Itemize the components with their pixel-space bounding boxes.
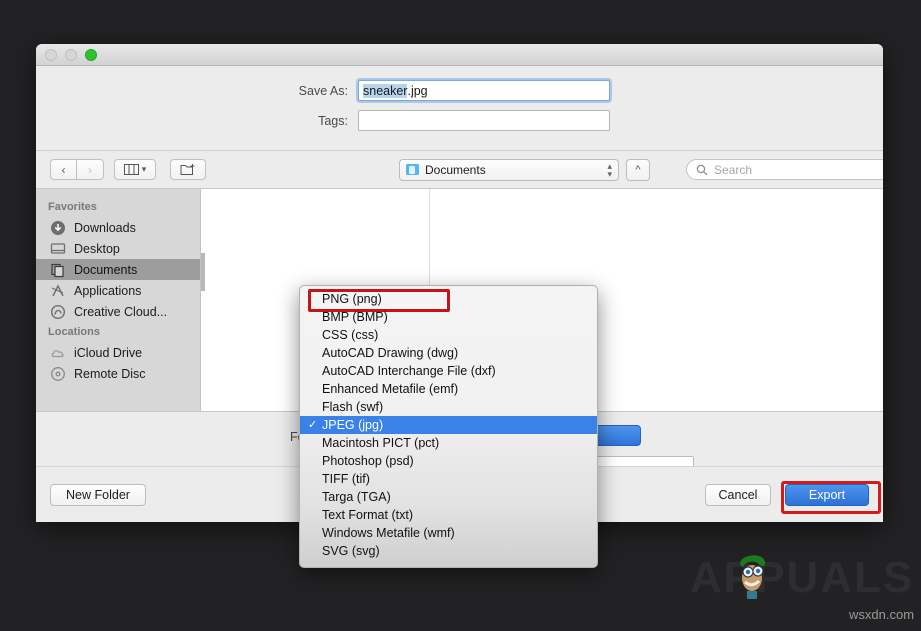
sidebar-section-header-locations: Locations: [48, 326, 100, 338]
search-placeholder: Search: [714, 162, 753, 177]
scrollbar-thumb[interactable]: [201, 253, 205, 291]
sidebar-item-documents[interactable]: Documents: [36, 259, 200, 280]
menu-item-enhanced-metafile[interactable]: Enhanced Metafile (emf): [300, 380, 597, 398]
mascot-icon: [740, 555, 766, 599]
menu-item-label: Photoshop (psd): [322, 454, 414, 468]
sidebar-item-label: Remote Disc: [74, 366, 146, 381]
menu-item-label: Flash (swf): [322, 400, 384, 414]
save-as-label: Save As:: [298, 83, 348, 98]
save-as-extension-text: .jpg: [407, 83, 428, 98]
menu-item-label: CSS (css): [322, 328, 379, 342]
menu-item-label: Macintosh PICT (pct): [322, 436, 440, 450]
chevron-left-icon: ‹: [61, 162, 66, 177]
creative-cloud-icon: [50, 304, 66, 320]
sidebar-item-label: Creative Cloud...: [74, 304, 168, 319]
nav-button-group: ‹ ›: [50, 159, 104, 180]
menu-item-autocad-interchange[interactable]: AutoCAD Interchange File (dxf): [300, 362, 597, 380]
sidebar-item-label: Downloads: [74, 220, 136, 235]
menu-item-label: SVG (svg): [322, 544, 380, 558]
folder-icon: [406, 164, 419, 175]
menu-item-css[interactable]: CSS (css): [300, 326, 597, 344]
new-folder-button[interactable]: New Folder: [50, 483, 146, 506]
applications-icon: [50, 283, 66, 299]
path-popup-button[interactable]: Documents ▴ ▾: [399, 158, 619, 181]
menu-item-tiff[interactable]: TIFF (tif): [300, 470, 597, 488]
menu-item-label: Text Format (txt): [322, 508, 413, 522]
checkmark-icon: ✓: [308, 418, 318, 431]
save-as-input[interactable]: sneaker .jpg: [358, 80, 610, 101]
watermark-url: wsxdn.com: [849, 607, 915, 622]
save-as-selected-text: sneaker: [363, 83, 408, 98]
forward-button[interactable]: ›: [77, 159, 104, 180]
tags-label: Tags:: [318, 113, 348, 128]
chevron-right-icon: ›: [88, 162, 92, 177]
disc-icon: [50, 366, 66, 382]
menu-item-svg[interactable]: SVG (svg): [300, 542, 597, 560]
menu-item-macintosh-pict[interactable]: Macintosh PICT (pct): [300, 434, 597, 452]
menu-item-bmp[interactable]: BMP (BMP): [300, 308, 597, 326]
search-icon: [696, 164, 708, 175]
tags-input[interactable]: [358, 110, 610, 131]
sidebar-item-label: Documents: [74, 262, 138, 277]
sidebar-item-downloads[interactable]: Downloads: [36, 217, 200, 238]
save-as-row: Save As: sneaker .jpg: [36, 80, 883, 101]
file-name-section: Save As: sneaker .jpg Tags:: [36, 66, 883, 150]
up-down-chevron-icon: ▴ ▾: [607, 160, 612, 179]
menu-item-windows-metafile[interactable]: Windows Metafile (wmf): [300, 524, 597, 542]
export-highlight-annotation: [781, 481, 881, 514]
column-view-icon: [123, 164, 139, 175]
documents-icon: [50, 262, 66, 278]
view-mode-button[interactable]: ▾: [114, 159, 156, 180]
menu-item-photoshop[interactable]: Photoshop (psd): [300, 452, 597, 470]
sidebar-item-label: Applications: [74, 283, 142, 298]
chevron-down-icon: ▾: [141, 164, 147, 174]
sidebar-item-creative-cloud[interactable]: Creative Cloud...: [36, 301, 200, 322]
close-button[interactable]: [45, 48, 57, 61]
minimize-button[interactable]: [65, 48, 77, 61]
desktop-icon: [50, 241, 66, 257]
cancel-button[interactable]: Cancel: [705, 483, 771, 506]
sidebar-item-remote-disc[interactable]: Remote Disc: [36, 363, 200, 384]
menu-item-label: JPEG (jpg): [322, 418, 384, 432]
menu-item-label: Targa (TGA): [322, 490, 391, 504]
menu-item-text-format[interactable]: Text Format (txt): [300, 506, 597, 524]
navigation-toolbar: ‹ › ▾ Documents ▴ ▾ ^ Search: [36, 151, 883, 189]
menu-item-png[interactable]: PNG (png): [300, 290, 597, 308]
new-folder-toolbar-button[interactable]: [170, 159, 206, 180]
icloud-icon: [50, 345, 66, 361]
menu-item-jpeg[interactable]: ✓ JPEG (jpg): [300, 416, 597, 434]
sidebar-item-desktop[interactable]: Desktop: [36, 238, 200, 259]
menu-item-label: PNG (png): [322, 292, 382, 306]
sidebar: Favorites Downloads Desktop Documents Ap…: [36, 189, 201, 411]
screen: Save As: sneaker .jpg Tags: ‹ › ▾ Docume…: [0, 0, 921, 631]
path-popup-label: Documents: [425, 162, 486, 177]
tags-row: Tags:: [36, 110, 883, 131]
menu-item-flash[interactable]: Flash (swf): [300, 398, 597, 416]
sidebar-item-applications[interactable]: Applications: [36, 280, 200, 301]
zoom-button[interactable]: [85, 48, 97, 61]
menu-item-label: AutoCAD Drawing (dwg): [322, 346, 459, 360]
chevron-up-icon: ^: [635, 163, 641, 176]
title-bar: [36, 44, 883, 66]
sidebar-item-label: iCloud Drive: [74, 345, 143, 360]
menu-item-label: AutoCAD Interchange File (dxf): [322, 364, 496, 378]
menu-item-targa[interactable]: Targa (TGA): [300, 488, 597, 506]
menu-item-label: BMP (BMP): [322, 310, 388, 324]
sidebar-section-header-favorites: Favorites: [48, 201, 97, 213]
menu-item-label: Windows Metafile (wmf): [322, 526, 455, 540]
up-one-level-button[interactable]: ^: [626, 158, 650, 181]
downloads-icon: [50, 220, 66, 236]
search-field[interactable]: Search: [686, 159, 883, 180]
menu-item-autocad-drawing[interactable]: AutoCAD Drawing (dwg): [300, 344, 597, 362]
back-button[interactable]: ‹: [50, 159, 77, 180]
sidebar-item-label: Desktop: [74, 241, 120, 256]
sidebar-item-icloud-drive[interactable]: iCloud Drive: [36, 342, 200, 363]
format-dropdown-menu[interactable]: PNG (png) BMP (BMP) CSS (css) AutoCAD Dr…: [299, 285, 598, 568]
watermark-brand: APPUALS: [690, 553, 915, 602]
menu-item-label: Enhanced Metafile (emf): [322, 382, 459, 396]
menu-item-label: TIFF (tif): [322, 472, 370, 486]
new-folder-icon: [180, 164, 195, 175]
